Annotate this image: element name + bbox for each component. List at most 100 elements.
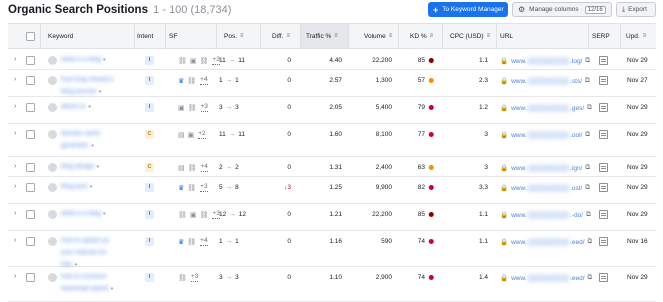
keyword-cell[interactable]: blog post ● (61, 181, 123, 193)
expand-row-chevron-icon[interactable]: › (14, 273, 16, 280)
external-link-icon[interactable]: ⧉ (585, 164, 590, 172)
serp-features-more[interactable]: +3 (200, 103, 208, 112)
keyword-link[interactable]: how to increase download speed (61, 273, 108, 292)
url-suffix[interactable]: .ign/ (570, 165, 582, 172)
ranking-url[interactable]: 🔒 www. ▒▒▒▒▒▒▒▒▒ .ign/⧉ (500, 164, 590, 172)
url-suffix[interactable]: .eed/ (570, 275, 584, 282)
keyword-info-icon[interactable]: ● (103, 211, 106, 217)
keyword-link[interactable]: domain name generator (61, 130, 100, 149)
expand-row-chevron-icon[interactable]: › (14, 163, 16, 170)
external-link-icon[interactable]: ⧉ (588, 274, 593, 282)
row-checkbox[interactable] (26, 237, 35, 248)
url-suffix[interactable]: .ges/ (570, 105, 584, 112)
keyword-cell[interactable]: how to increase download speed ● (61, 271, 123, 295)
url-prefix[interactable]: www. (511, 132, 527, 139)
ranking-url[interactable]: 🔒 www. ▒▒▒▒▒▒▒▒▒ .ost/⧉ (500, 184, 590, 192)
external-link-icon[interactable]: ⧉ (585, 184, 590, 192)
keyword-cell[interactable]: how to speed up your internet for free ● (61, 235, 123, 271)
serp-snapshot-icon[interactable] (599, 56, 608, 67)
url-suffix[interactable]: .eed/ (570, 239, 584, 246)
url-prefix[interactable]: www. (511, 165, 527, 172)
url-suffix[interactable]: .-do/ (570, 212, 583, 219)
serp-snapshot-icon[interactable] (599, 183, 608, 194)
keyword-cell[interactable]: what is a blog ● (61, 208, 123, 220)
row-checkbox[interactable] (26, 210, 35, 221)
column-header-sf[interactable]: SF (169, 24, 177, 48)
external-link-icon[interactable]: ⧉ (587, 104, 592, 112)
keyword-info-icon[interactable]: ● (88, 104, 91, 110)
external-link-icon[interactable]: ⧉ (585, 131, 590, 139)
keyword-link[interactable]: blog post (61, 183, 87, 190)
keyword-cell[interactable]: about us ● (61, 101, 123, 113)
row-checkbox[interactable] (26, 103, 35, 114)
serp-snapshot-icon[interactable] (599, 76, 608, 87)
keyword-cell[interactable]: what is a blog ● (61, 54, 123, 66)
export-button[interactable]: ⤓ Export (616, 2, 656, 17)
column-header-traffic[interactable]: Traffic % ≡ (300, 24, 348, 48)
column-header-diff[interactable]: Diff. ≡ (272, 24, 290, 48)
url-prefix[interactable]: www. (511, 78, 527, 85)
keyword-link[interactable]: about us (61, 103, 86, 110)
url-suffix[interactable]: .ost/ (570, 185, 582, 192)
ranking-url[interactable]: 🔒 www. ▒▒▒▒▒▒▒▒▒ .sts/⧉ (500, 77, 590, 85)
url-prefix[interactable]: www. (511, 185, 527, 192)
row-checkbox[interactable] (26, 130, 35, 141)
serp-features-more[interactable]: +3 (200, 183, 208, 192)
expand-row-chevron-icon[interactable]: › (14, 237, 16, 244)
ranking-url[interactable]: 🔒 www. ▒▒▒▒▒▒▒▒▒ .eed/ ⧉ (500, 274, 592, 282)
url-prefix[interactable]: www. (511, 239, 527, 246)
keyword-info-icon[interactable]: ● (89, 184, 92, 190)
serp-snapshot-icon[interactable] (599, 210, 608, 221)
column-header-volume[interactable]: Volume ≡ (364, 24, 392, 48)
keyword-link[interactable]: how long should a blog post be (61, 76, 113, 95)
manage-columns-button[interactable]: ⚙ Manage columns 12/16 (512, 2, 612, 17)
column-header-url[interactable]: URL (500, 24, 513, 48)
serp-snapshot-icon[interactable] (599, 130, 608, 141)
row-checkbox[interactable] (26, 56, 35, 67)
keyword-cell[interactable]: domain name generator ● (61, 128, 123, 152)
ranking-url[interactable]: 🔒 www. ▒▒▒▒▒▒▒▒▒ .eed/ ⧉ (500, 238, 592, 246)
url-suffix[interactable]: .sts/ (570, 78, 582, 85)
expand-row-chevron-icon[interactable]: › (14, 103, 16, 110)
row-checkbox[interactable] (26, 183, 35, 194)
expand-row-chevron-icon[interactable]: › (14, 76, 16, 83)
url-prefix[interactable]: www. (511, 105, 527, 112)
external-link-icon[interactable]: ⧉ (585, 57, 590, 65)
ranking-url[interactable]: 🔒 www. ▒▒▒▒▒▒▒▒▒ .log/⧉ (500, 57, 590, 65)
row-checkbox[interactable] (26, 163, 35, 174)
column-header-keyword[interactable]: Keyword (48, 24, 73, 48)
keyword-info-icon[interactable]: ● (91, 143, 94, 149)
column-header-intent[interactable]: Intent (137, 24, 153, 48)
column-header-kd[interactable]: KD % ≡ (410, 24, 433, 48)
external-link-icon[interactable]: ⧉ (586, 211, 591, 219)
keyword-info-icon[interactable]: ● (103, 57, 106, 63)
column-header-cpc[interactable]: CPC (USD) ≡ (450, 24, 490, 48)
column-header-serp[interactable]: SERP (592, 24, 610, 48)
to-keyword-manager-button[interactable]: + To Keyword Manager (428, 2, 508, 17)
keyword-info-icon[interactable]: ● (96, 164, 99, 170)
column-header-pos[interactable]: Pos. ≡ (224, 24, 244, 48)
expand-row-chevron-icon[interactable]: › (14, 130, 16, 137)
url-suffix[interactable]: .ool/ (570, 132, 582, 139)
ranking-url[interactable]: 🔒 www. ▒▒▒▒▒▒▒▒▒ .ges/⧉ (500, 104, 592, 112)
serp-features-more[interactable]: +3 (190, 273, 199, 282)
serp-snapshot-icon[interactable] (599, 273, 608, 284)
url-suffix[interactable]: .log/ (570, 58, 582, 65)
serp-features-more[interactable]: +2 (198, 130, 206, 139)
url-prefix[interactable]: www. (511, 58, 527, 65)
serp-features-more[interactable]: +4 (200, 76, 208, 85)
keyword-cell[interactable]: how long should a blog post be ● (61, 74, 123, 98)
external-link-icon[interactable]: ⧉ (585, 77, 590, 85)
serp-features-more[interactable]: +4 (200, 237, 208, 246)
row-checkbox[interactable] (26, 76, 35, 87)
keyword-link[interactable]: blog design (61, 163, 94, 170)
keyword-link[interactable]: what is a blog (61, 210, 101, 217)
column-header-upd[interactable]: Upd. ≡ (626, 24, 646, 48)
row-checkbox[interactable] (26, 273, 35, 284)
serp-snapshot-icon[interactable] (599, 103, 608, 114)
serp-snapshot-icon[interactable] (599, 237, 608, 248)
serp-features-more[interactable]: +4 (200, 163, 208, 172)
keyword-info-icon[interactable]: ● (110, 286, 113, 292)
keyword-link[interactable]: how to speed up your internet for free (61, 237, 109, 268)
url-prefix[interactable]: www. (511, 275, 527, 282)
